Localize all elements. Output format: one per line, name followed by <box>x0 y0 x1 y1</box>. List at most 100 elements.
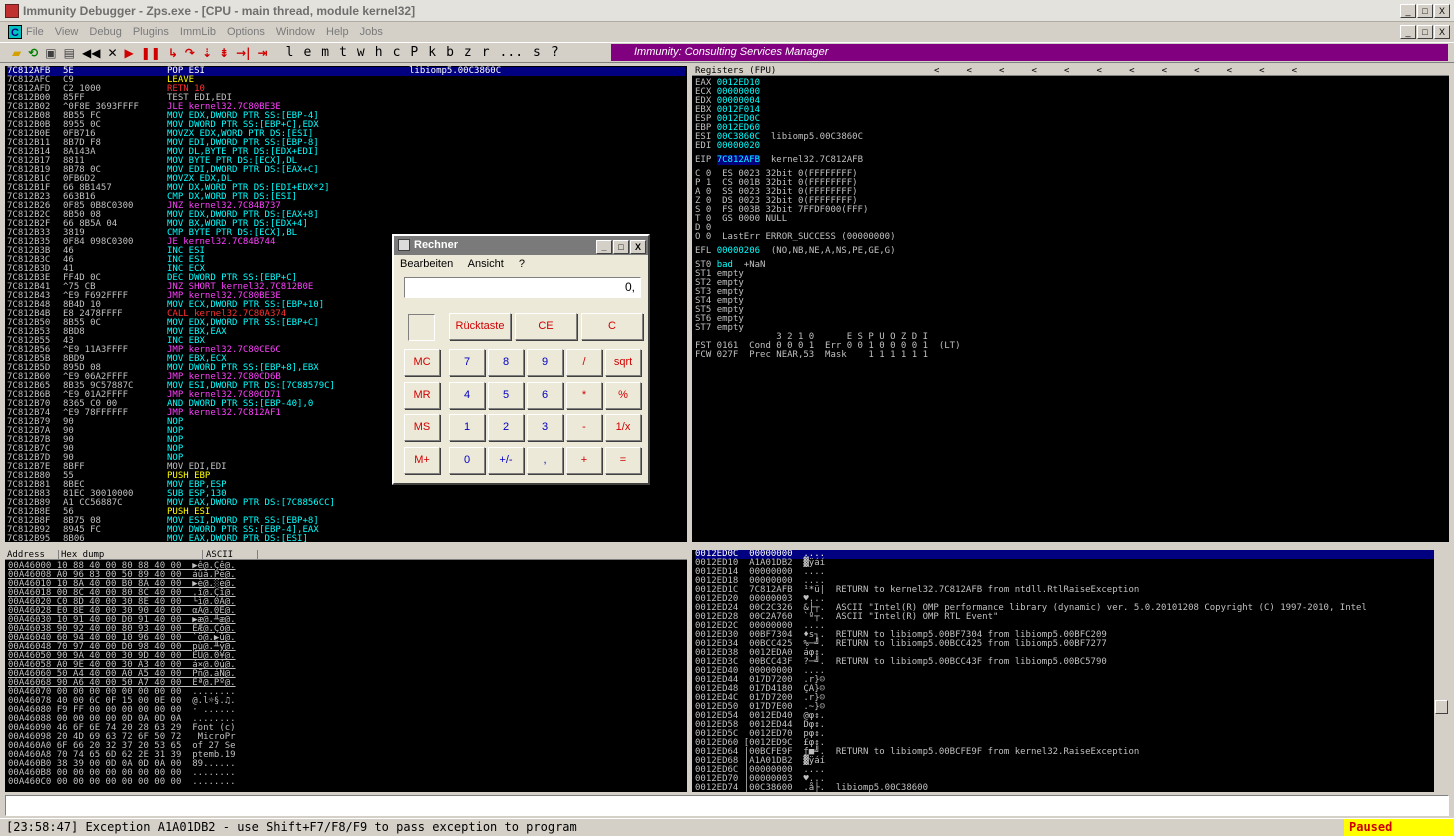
run-icon[interactable]: ▶ <box>125 46 134 60</box>
disasm-row[interactable]: 7C812AFC C9 LEAVE <box>7 76 685 85</box>
menu-debug[interactable]: Debug <box>89 26 121 38</box>
calc-menu-edit[interactable]: Bearbeiten <box>400 258 453 270</box>
key-plus[interactable]: + <box>566 446 602 474</box>
flag-row[interactable]: O 0 LastErr ERROR_SUCCESS (00000000) <box>695 233 961 242</box>
toolbar-window-w[interactable]: w <box>357 45 365 60</box>
disasm-row[interactable]: 7C812B92 8945 FC MOV DWORD PTR SS:[EBP-4],… <box>7 526 685 535</box>
dump-col-hex[interactable]: Hex dump <box>61 550 203 560</box>
command-input[interactable] <box>5 795 1449 816</box>
disasm-row[interactable]: 7C812B02 ^0F8E 3693FFFF JLE kernel32.7C80B… <box>7 103 685 112</box>
toolbar-window-s[interactable]: s <box>533 45 541 60</box>
child-restore-button[interactable]: □ <box>1417 25 1433 39</box>
calc-menu-help[interactable]: ? <box>519 258 525 270</box>
close-button[interactable]: X <box>1434 4 1450 18</box>
key-6[interactable]: 6 <box>527 381 563 409</box>
child-close-button[interactable]: X <box>1434 25 1450 39</box>
register-eip[interactable]: EIP 7C812AFB kernel32.7C812AFB <box>695 155 961 165</box>
disasm-row[interactable]: 7C812AFB 5E POP ESI libiomp5.00C3860C <box>7 67 685 76</box>
register-scroll-arrows[interactable]: < < < < < < < < < < < < <box>934 66 1297 76</box>
key-8[interactable]: 8 <box>488 349 524 376</box>
stack-scroll-thumb[interactable] <box>1435 700 1448 714</box>
key-1dividex[interactable]: 1/x <box>605 414 641 441</box>
trace-over-icon[interactable]: ⇟ <box>219 46 229 60</box>
toolbar-window-r[interactable]: r <box>482 45 490 60</box>
clear-entry-button[interactable]: CE <box>515 313 577 340</box>
disasm-row[interactable]: 7C812B8F 8B75 08 MOV ESI,DWORD PTR SS:[EBP… <box>7 517 685 526</box>
key-7[interactable]: 7 <box>449 349 485 376</box>
menu-file[interactable]: File <box>26 26 44 38</box>
disasm-row[interactable]: 7C812B26 0F85 0B8C0300 JNZ kernel32.7C84B7… <box>7 202 685 211</box>
toolbar-window-P[interactable]: P <box>410 45 418 60</box>
restart-icon[interactable]: ⟲ <box>28 46 38 60</box>
register-value[interactable]: 00000020 <box>717 141 760 151</box>
key-decimal[interactable]: , <box>527 446 563 474</box>
disasm-row[interactable]: 7C812B0E 0FB716 MOVZX EDX,WORD PTR DS:[ESI… <box>7 130 685 139</box>
flag-row[interactable]: T 0 GS 0000 NULL <box>695 215 961 224</box>
stack-row[interactable]: 0012ED74 |00C38600 .å├. libiomp5.00C3860… <box>695 784 1435 793</box>
key-equals[interactable]: = <box>605 446 641 474</box>
disasm-row[interactable]: 7C812B11 8B7D F8 MOV EDI,DWORD PTR SS:[EBP… <box>7 139 685 148</box>
child-minimize-button[interactable]: _ <box>1400 25 1416 39</box>
key-plusdivideminus[interactable]: +/- <box>488 446 524 474</box>
pause-icon[interactable]: ❚❚ <box>141 46 161 60</box>
register-efl[interactable]: EFL 00000206 (NO,NB,NE,A,NS,PE,GE,G) <box>695 247 961 256</box>
maximize-button[interactable]: □ <box>1417 4 1433 18</box>
toolbar-window-b[interactable]: b <box>446 45 454 60</box>
key-4[interactable]: 4 <box>449 381 485 409</box>
rewind-icon[interactable]: ◀◀ <box>82 46 100 60</box>
step-over-icon[interactable]: ↷ <box>185 46 195 60</box>
registers-pane[interactable]: Registers (FPU) < < < < < < < < < < < < … <box>692 66 1449 542</box>
toolbar-window-help[interactable]: ? <box>551 45 559 60</box>
toolbar-window-z[interactable]: z <box>464 45 472 60</box>
key-sqrt[interactable]: sqrt <box>605 349 641 376</box>
toolbar-window-t[interactable]: t <box>339 45 347 60</box>
dump-pane[interactable]: Address Hex dump ASCII 00A46000 10 88 40… <box>5 550 687 792</box>
calc-maximize-button[interactable]: □ <box>613 240 629 254</box>
disasm-row[interactable]: 7C812B89 A1 CC56887C MOV EAX,DWORD PTR DS:… <box>7 499 685 508</box>
stack-scrollbar[interactable] <box>1434 550 1449 792</box>
close-debuggee-icon[interactable]: ✕ <box>107 46 117 60</box>
backspace-button[interactable]: Rücktaste <box>449 313 511 340</box>
memory-mplus-button[interactable]: M+ <box>404 446 440 474</box>
toolbar-window-l[interactable]: l <box>286 45 294 60</box>
dump-col-address[interactable]: Address <box>7 550 59 560</box>
key-9[interactable]: 9 <box>527 349 563 376</box>
key-minus[interactable]: - <box>566 414 602 441</box>
menu-jobs[interactable]: Jobs <box>360 26 383 38</box>
stack-pane[interactable]: 0012ED0C 00000000 .... 0012ED10 A1A01DB2 … <box>692 550 1449 792</box>
go-to-icon[interactable]: ⇥ <box>258 46 268 60</box>
disasm-row[interactable]: 7C812B14 8A143A MOV DL,BYTE PTR DS:[EDX+ED… <box>7 148 685 157</box>
step-into-icon[interactable]: ↳ <box>168 46 178 60</box>
disasm-row[interactable]: 7C812B8E 56 PUSH ESI <box>7 508 685 517</box>
calc-minimize-button[interactable]: _ <box>596 240 612 254</box>
open-icon[interactable]: ▰ <box>12 46 21 60</box>
key-percent[interactable]: % <box>605 381 641 409</box>
disasm-row[interactable]: 7C812B0B 8955 0C MOV DWORD PTR SS:[EBP+C],… <box>7 121 685 130</box>
execute-till-return-icon[interactable]: →| <box>236 46 250 60</box>
menu-window[interactable]: Window <box>276 26 315 38</box>
toolbar-window-e[interactable]: e <box>303 45 311 60</box>
toolbar-window-m[interactable]: m <box>321 45 329 60</box>
key-5[interactable]: 5 <box>488 381 524 409</box>
register-value[interactable]: 7C812AFB <box>716 155 761 165</box>
register-edi[interactable]: EDI 00000020 <box>695 142 961 151</box>
menu-plugins[interactable]: Plugins <box>133 26 169 38</box>
memory-mc-button[interactable]: MC <box>404 349 440 376</box>
toolbar-window-c[interactable]: c <box>393 45 401 60</box>
attach-icon[interactable]: ▣ <box>45 46 56 60</box>
memory-ms-button[interactable]: MS <box>404 414 440 441</box>
disasm-row[interactable]: 7C812AFD C2 1000 RETN 10 <box>7 85 685 94</box>
toolbar-window-h[interactable]: h <box>375 45 383 60</box>
toolbar-window-dots[interactable]: ... <box>500 45 523 60</box>
dump-row[interactable]: 00A460C0 00 00 00 00 00 00 00 00 .......… <box>8 778 236 787</box>
minimize-button[interactable]: _ <box>1400 4 1416 18</box>
cpu-window-icon[interactable]: C <box>8 25 22 39</box>
disasm-row[interactable]: 7C812B2F 66 8B5A 04 MOV BX,WORD PTR DS:[ED… <box>7 220 685 229</box>
clear-button[interactable]: C <box>581 313 643 340</box>
disasm-row[interactable]: 7C812B1F 66 8B1457 MOV DX,WORD PTR DS:[EDI… <box>7 184 685 193</box>
disasm-row[interactable]: 7C812B95 8B06 MOV EAX,DWORD PTR DS:[ESI] <box>7 535 685 543</box>
consulting-banner[interactable]: Immunity: Consulting Services Manager <box>611 44 1448 61</box>
disasm-row[interactable]: 7C812B08 8B55 FC MOV EDX,DWORD PTR SS:[EBP… <box>7 112 685 121</box>
disasm-row[interactable]: 7C812B19 8B78 0C MOV EDI,DWORD PTR DS:[EAX… <box>7 166 685 175</box>
register-value[interactable]: 00000206 <box>717 246 760 256</box>
